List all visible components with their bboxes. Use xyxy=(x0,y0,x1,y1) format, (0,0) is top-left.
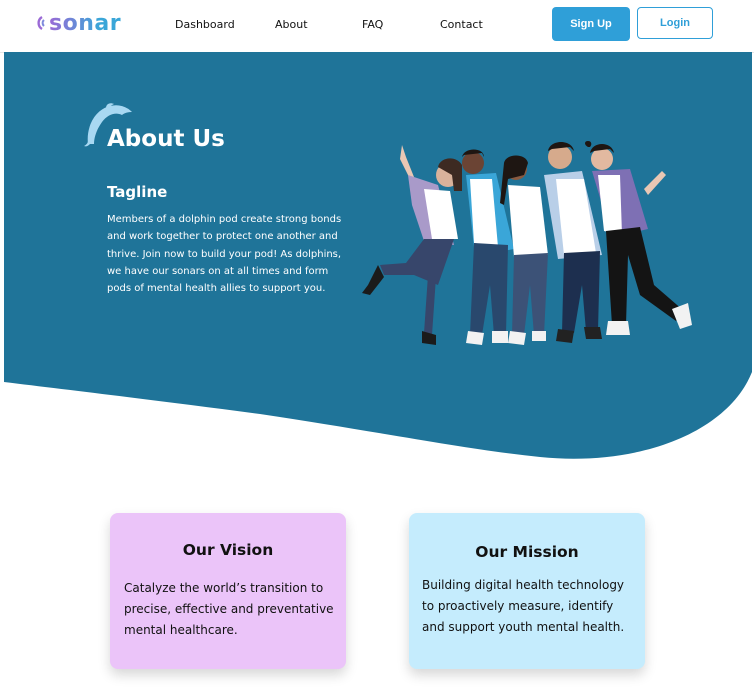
logo-text: sonar xyxy=(49,10,122,36)
top-navbar: sonar Dashboard About FAQ Contact Sign U… xyxy=(0,0,754,53)
login-button[interactable]: Login xyxy=(637,7,713,39)
person-1 xyxy=(362,145,462,345)
hero-description: Members of a dolphin pod create strong b… xyxy=(107,214,342,295)
group-of-friends-illustration xyxy=(362,141,692,345)
sign-up-button[interactable]: Sign Up xyxy=(552,7,630,41)
nav-link-dashboard[interactable]: Dashboard xyxy=(175,18,235,31)
sonar-logo[interactable]: sonar xyxy=(33,10,121,36)
page-title: About Us xyxy=(107,126,225,152)
vision-title: Our Vision xyxy=(182,541,274,559)
mission-title: Our Mission xyxy=(475,543,579,561)
mission-text: Building digital health technology to pr… xyxy=(422,578,625,634)
mission-card: Our Mission Building digital health tech… xyxy=(409,513,645,669)
person-5 xyxy=(585,141,692,335)
vision-text: Catalyze the world’s transition to preci… xyxy=(124,581,334,637)
nav-link-about[interactable]: About xyxy=(275,18,308,31)
nav-link-contact[interactable]: Contact xyxy=(440,18,483,31)
tagline-heading: Tagline xyxy=(107,183,168,201)
nav-link-faq[interactable]: FAQ xyxy=(362,18,383,31)
vision-card: Our Vision Catalyze the world’s transiti… xyxy=(110,513,346,669)
sonar-logo-icon xyxy=(37,15,45,31)
